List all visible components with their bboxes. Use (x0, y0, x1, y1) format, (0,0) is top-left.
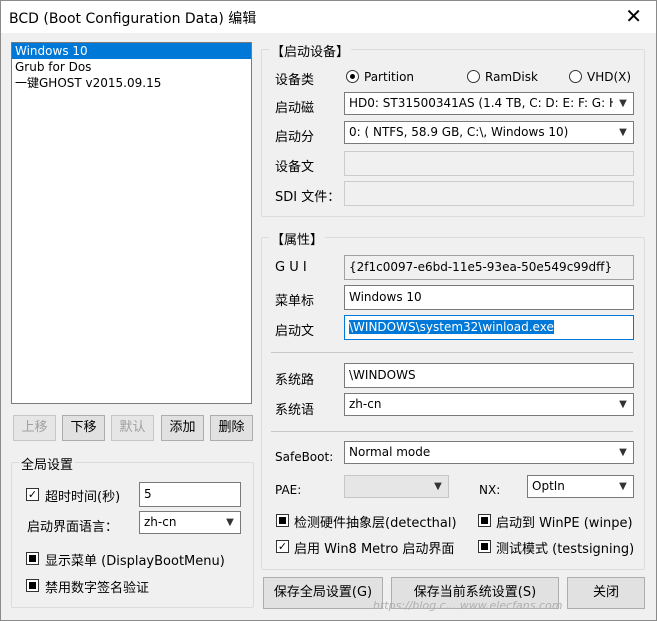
sdi-file-label: SDI 文件： (275, 190, 341, 205)
sdi-file-input[interactable] (344, 181, 634, 206)
timeout-input[interactable]: 5 (139, 482, 241, 507)
divider (271, 352, 633, 353)
partition-radio[interactable] (346, 70, 359, 83)
divider (271, 431, 633, 432)
bcd-editor-window: BCD (Boot Configuration Data) 编辑 ✕ Windo… (0, 0, 657, 621)
nx-value: OptIn (532, 479, 565, 493)
move-down-button[interactable]: 下移 (62, 415, 105, 441)
save-global-button[interactable]: 保存全局设置(G) (263, 577, 383, 609)
timeout-checkbox[interactable]: ✓ (26, 488, 39, 501)
system-lang-label: 系统语 (275, 403, 315, 418)
vhd-radio-label: VHD(X) (587, 70, 632, 84)
system-path-label: 系统路 (275, 373, 315, 388)
show-menu-checkbox[interactable] (26, 552, 39, 565)
chevron-down-icon: ▼ (226, 517, 234, 528)
list-item[interactable]: 一键GHOST v2015.09.15 (12, 75, 251, 91)
boot-partition-value: 0: ( NTFS, 58.9 GB, C:\, Windows 10) (349, 125, 569, 139)
close-icon[interactable]: ✕ (625, 5, 642, 27)
chevron-down-icon: ▼ (619, 399, 627, 410)
chevron-down-icon: ▼ (619, 447, 627, 458)
nx-select[interactable]: OptIn ▼ (527, 475, 634, 498)
boot-disk-select[interactable]: HD0: ST31500341AS (1.4 TB, C: D: E: F: G… (344, 92, 634, 115)
safeboot-label: SafeBoot: (275, 450, 334, 464)
ramdisk-radio-label: RamDisk (485, 70, 538, 84)
testsigning-label: 测试模式 (testsigning) (496, 542, 635, 557)
detecthal-label: 检测硬件抽象层(detecthal) (294, 516, 457, 531)
boot-disk-label: 启动磁 (275, 101, 315, 116)
set-default-button[interactable]: 默认 (111, 415, 154, 441)
disable-signature-label: 禁用数字签名验证 (45, 581, 150, 596)
vhd-radio[interactable] (569, 70, 582, 83)
boot-entry-list[interactable]: Windows 10 Grub for Dos 一键GHOST v2015.09… (11, 42, 252, 404)
testsigning-checkbox[interactable] (478, 540, 491, 553)
disable-signature-checkbox[interactable] (26, 579, 39, 592)
device-file-input[interactable] (344, 151, 634, 176)
boot-device-title: 【启动设备】 (269, 41, 352, 60)
list-item[interactable]: Grub for Dos (12, 59, 251, 75)
system-lang-select[interactable]: zh-cn ▼ (344, 393, 634, 416)
device-type-label: 设备类 (275, 73, 315, 88)
boot-partition-label: 启动分 (275, 130, 315, 145)
nx-label: NX: (479, 483, 501, 497)
close-button[interactable]: 关闭 (567, 577, 645, 609)
watermark: https://blog.c... www.elecfans.com (373, 599, 563, 612)
delete-entry-button[interactable]: 删除 (210, 415, 253, 441)
boot-file-value: \WINDOWS\system32\winload.exe (349, 320, 554, 334)
detecthal-checkbox[interactable] (276, 514, 289, 527)
show-menu-label: 显示菜单 (DisplayBootMenu) (45, 554, 225, 569)
boot-disk-value: HD0: ST31500341AS (1.4 TB, C: D: E: F: G… (349, 96, 613, 110)
pae-select[interactable]: ▼ (344, 475, 449, 498)
chevron-down-icon: ▼ (619, 481, 627, 492)
partition-radio-label: Partition (364, 70, 415, 84)
add-entry-button[interactable]: 添加 (161, 415, 204, 441)
list-item[interactable]: Windows 10 (12, 43, 251, 59)
global-settings-title: 全局设置 (19, 454, 76, 473)
guid-label: G U I (275, 260, 307, 275)
menu-title-label: 菜单标 (275, 294, 315, 309)
timeout-label: 超时时间(秒) (45, 490, 121, 505)
move-up-button[interactable]: 上移 (13, 415, 56, 441)
guid-input[interactable]: {2f1c0097-e6bd-11e5-93ea-50e549c99dff} (344, 255, 634, 280)
chevron-down-icon: ▼ (619, 127, 627, 138)
metro-label: 启用 Win8 Metro 启动界面 (294, 542, 455, 557)
winpe-label: 启动到 WinPE (winpe) (496, 516, 633, 531)
boot-file-label: 启动文 (275, 324, 315, 339)
safeboot-value: Normal mode (349, 445, 431, 459)
system-path-input[interactable]: \WINDOWS (344, 363, 634, 388)
chevron-down-icon: ▼ (434, 481, 442, 492)
boot-lang-label: 启动界面语言： (27, 520, 119, 535)
window-title: BCD (Boot Configuration Data) 编辑 (9, 11, 257, 27)
winpe-checkbox[interactable] (478, 514, 491, 527)
title-bar: BCD (Boot Configuration Data) 编辑 ✕ (1, 1, 656, 33)
system-lang-value: zh-cn (349, 397, 382, 411)
ramdisk-radio[interactable] (467, 70, 480, 83)
metro-checkbox[interactable]: ✓ (276, 540, 289, 553)
chevron-down-icon: ▼ (619, 98, 627, 109)
boot-file-input[interactable]: \WINDOWS\system32\winload.exe (344, 315, 634, 340)
properties-title: 【属性】 (269, 229, 326, 248)
menu-title-input[interactable]: Windows 10 (344, 285, 634, 310)
boot-lang-value: zh-cn (144, 515, 177, 529)
boot-lang-select[interactable]: zh-cn ▼ (139, 511, 241, 534)
pae-label: PAE: (275, 483, 302, 497)
safeboot-select[interactable]: Normal mode ▼ (344, 441, 634, 464)
device-file-label: 设备文 (275, 160, 315, 175)
boot-partition-select[interactable]: 0: ( NTFS, 58.9 GB, C:\, Windows 10) ▼ (344, 121, 634, 144)
